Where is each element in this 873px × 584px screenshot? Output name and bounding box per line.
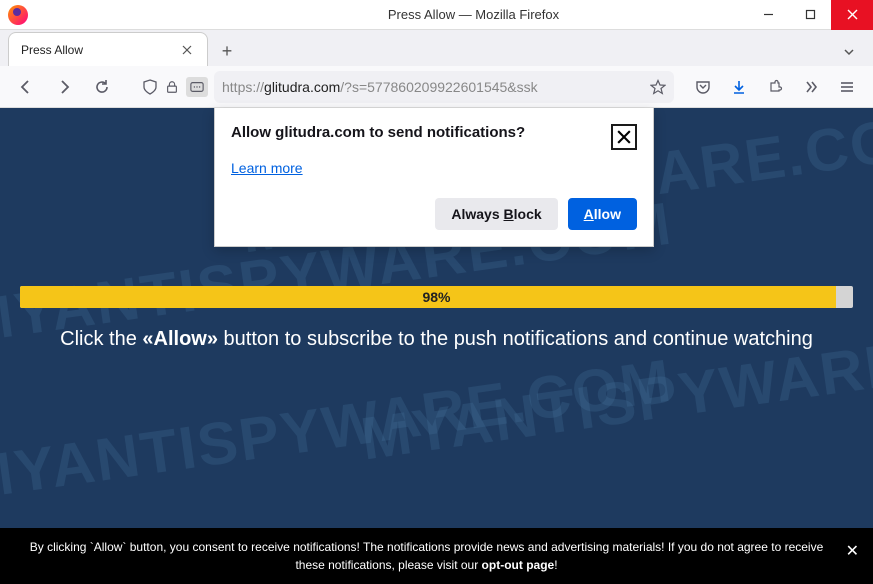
puzzle-icon <box>767 79 783 95</box>
allow-button[interactable]: Allow <box>568 198 637 230</box>
download-icon <box>731 79 747 95</box>
extensions-button[interactable] <box>759 71 791 103</box>
reload-icon <box>94 79 110 95</box>
notification-permission-popup: Allow glitudra.com to send notifications… <box>214 108 654 247</box>
firefox-logo-icon <box>8 5 28 25</box>
notification-title: Allow glitudra.com to send notifications… <box>231 124 525 141</box>
back-button[interactable] <box>10 71 42 103</box>
maximize-button[interactable] <box>789 0 831 30</box>
bookmark-star-icon[interactable] <box>650 79 666 95</box>
notification-close-button[interactable] <box>611 124 637 150</box>
titlebar-left <box>0 5 200 25</box>
page-instruction: Click the «Allow» button to subscribe to… <box>0 328 873 351</box>
tab-title: Press Allow <box>21 43 171 57</box>
minimize-icon <box>763 9 774 20</box>
address-bar[interactable]: https://glitudra.com/?s=5778602099226015… <box>214 71 674 103</box>
learn-more-link[interactable]: Learn more <box>231 160 303 176</box>
forward-button[interactable] <box>48 71 80 103</box>
pocket-button[interactable] <box>687 71 719 103</box>
progress-label: 98% <box>20 286 853 308</box>
close-icon <box>847 9 858 20</box>
pocket-icon <box>695 79 711 95</box>
window-titlebar: Press Allow — Mozilla Firefox <box>0 0 873 30</box>
opt-out-link[interactable]: opt-out page <box>482 558 555 572</box>
shield-icon[interactable] <box>142 79 158 95</box>
lock-icon[interactable] <box>164 79 180 95</box>
tab-strip: Press Allow + <box>0 30 873 66</box>
reload-button[interactable] <box>86 71 118 103</box>
tabs-dropdown-button[interactable] <box>835 38 863 66</box>
new-tab-button[interactable]: + <box>212 36 242 66</box>
hamburger-icon <box>839 79 855 95</box>
always-block-button[interactable]: Always Block <box>435 198 557 230</box>
permissions-icon[interactable] <box>186 77 208 97</box>
tab-close-button[interactable] <box>179 42 195 58</box>
consent-close-button[interactable]: ✕ <box>846 540 859 564</box>
consent-bar: By clicking `Allow` button, you consent … <box>0 528 873 584</box>
close-icon <box>182 45 192 55</box>
browser-tab[interactable]: Press Allow <box>8 32 208 66</box>
navigation-toolbar: https://glitudra.com/?s=5778602099226015… <box>0 66 873 108</box>
close-window-button[interactable] <box>831 0 873 30</box>
maximize-icon <box>805 9 816 20</box>
close-icon <box>617 130 631 144</box>
consent-text: By clicking `Allow` button, you consent … <box>30 540 824 572</box>
overflow-button[interactable] <box>795 71 827 103</box>
chevron-down-icon <box>843 46 855 58</box>
arrow-left-icon <box>18 79 34 95</box>
app-menu-button[interactable] <box>831 71 863 103</box>
progress-bar: 98% <box>20 286 853 308</box>
chevron-double-right-icon <box>803 79 819 95</box>
minimize-button[interactable] <box>747 0 789 30</box>
url-text: https://glitudra.com/?s=5778602099226015… <box>222 79 644 95</box>
window-controls <box>747 0 873 30</box>
window-title: Press Allow — Mozilla Firefox <box>200 7 747 22</box>
watermark-text: MYANTISPYWARE.COM <box>0 346 677 514</box>
downloads-button[interactable] <box>723 71 755 103</box>
arrow-right-icon <box>56 79 72 95</box>
